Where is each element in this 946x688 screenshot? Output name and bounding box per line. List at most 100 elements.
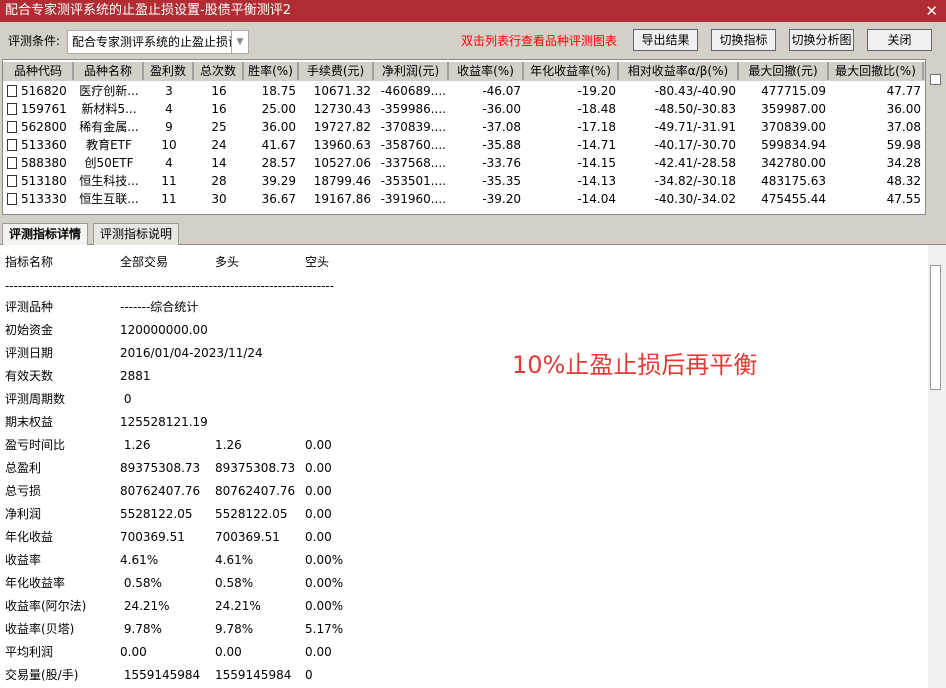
detail-value: 盈亏时间比 (5, 438, 66, 452)
detail-value: 80762407.76 (120, 484, 201, 498)
cell-text: 370839.00 (761, 120, 826, 134)
column-header[interactable]: 收益率(%) (449, 62, 524, 80)
column-header[interactable]: 最大回撤比(%) (829, 62, 924, 80)
detail-value: 5528122.05 (120, 507, 193, 521)
cell-text: 18799.46 (313, 174, 371, 188)
table-row[interactable]: 513180 恒生科技... 11 28 39.29 18799.46 -353501...… (3, 172, 925, 190)
cell-text: -370839.... (380, 120, 446, 134)
table-row[interactable]: 159761 新材料5... 4 16 25.00 12730.43 -359986....… (3, 100, 925, 118)
detail-value: 0.58% (120, 576, 162, 590)
detail-value: 初始资金 (5, 323, 54, 337)
switch-chart-button[interactable]: 切换分析图 (789, 29, 854, 51)
cell-text: 39.29 (261, 174, 296, 188)
table-cell: -40.17/-30.70 (619, 136, 739, 154)
table-row[interactable]: 588380 创50ETF 4 14 28.57 10527.06 -337568.... -… (3, 154, 925, 172)
column-header[interactable]: 总次数 (194, 62, 244, 80)
chevron-down-icon[interactable]: ▼ (231, 31, 248, 53)
cell-text: 59.98 (886, 138, 921, 152)
scrollbar-thumb[interactable] (930, 265, 941, 390)
cell-text: 10671.32 (313, 84, 371, 98)
table-row[interactable]: 513330 恒生互联... 11 30 36.67 19167.86 -391960...… (3, 190, 925, 208)
table-cell: 稀有金属... (74, 118, 144, 136)
vertical-scrollbar[interactable] (928, 245, 946, 688)
cell-text: 10527.06 (313, 156, 371, 170)
table-cell: -49.71/-31.91 (619, 118, 739, 136)
cell-text: 513360 (21, 138, 67, 152)
detail-value: 交易量(股/手) (5, 668, 79, 682)
cell-text: -353501.... (380, 174, 446, 188)
cell-text: -14.13 (577, 174, 616, 188)
column-header[interactable]: 盈利数 (144, 62, 194, 80)
table-cell: 16 (194, 82, 244, 100)
cell-text: 3 (165, 84, 173, 98)
table-cell: 教育ETF (74, 136, 144, 154)
table-cell: -40.30/-34.02 (619, 190, 739, 208)
document-icon (7, 121, 17, 133)
table-cell: -33.76 (449, 154, 524, 172)
detail-value: 80762407.76 (215, 484, 296, 498)
table-cell: 创50ETF (74, 154, 144, 172)
condition-select[interactable]: 配合专家测评系统的止盈止损设置 ▼ (67, 30, 249, 54)
document-icon (7, 85, 17, 97)
separator: ----------------------------------------… (5, 279, 335, 293)
cell-text: -48.50/-30.83 (654, 102, 736, 116)
detail-value: 0.00 (305, 438, 332, 452)
cell-text: 475455.44 (761, 192, 826, 206)
column-header[interactable]: 年化收益率(%) (524, 62, 619, 80)
column-header[interactable]: 品种代码 (4, 62, 74, 80)
table-row[interactable]: 516820 医疗创新... 3 16 18.75 10671.32 -460689....… (3, 82, 925, 100)
detail-value: 1.26 (120, 438, 151, 452)
column-header[interactable]: 相对收益率α/β(%) (619, 62, 739, 80)
detail-value: 0.58% (215, 576, 254, 590)
condition-value: 配合专家测评系统的止盈止损设置 (72, 35, 249, 49)
cell-text: -35.88 (482, 138, 521, 152)
table-row[interactable]: 562800 稀有金属... 9 25 36.00 19727.82 -370839....… (3, 118, 925, 136)
column-header[interactable]: 品种名称 (74, 62, 144, 80)
switch-indicator-button[interactable]: 切换指标 (711, 29, 776, 51)
cell-text: -80.43/-40.90 (654, 84, 736, 98)
cell-text: 37.08 (886, 120, 921, 134)
table-cell: -359986.... (374, 100, 449, 118)
detail-value: 期末权益 (5, 415, 54, 429)
detail-value: 1559145984 (120, 668, 201, 682)
cell-text: 41.67 (261, 138, 296, 152)
export-button[interactable]: 导出结果 (633, 29, 698, 51)
cell-text: 4 (165, 156, 173, 170)
cell-text: 16 (211, 102, 227, 116)
table-cell: 4 (144, 100, 194, 118)
document-icon (7, 157, 17, 169)
table-row[interactable]: 513360 教育ETF 10 24 41.67 13960.63 -358760.... -… (3, 136, 925, 154)
cell-text: -19.20 (577, 84, 616, 98)
close-icon[interactable]: ✕ (925, 0, 938, 22)
hint-text: 双击列表行查看品种评测图表 (461, 34, 618, 48)
table-cell: -35.35 (449, 172, 524, 190)
table-cell: 36.00 (244, 118, 299, 136)
table-cell: 新材料5... (74, 100, 144, 118)
column-header[interactable]: 最大回撤(元) (739, 62, 829, 80)
cell-text: 4 (165, 102, 173, 116)
tab-indicator-details[interactable]: 评测指标详情 (2, 223, 89, 245)
table-cell: 36.67 (244, 190, 299, 208)
column-chooser-checkbox[interactable] (930, 74, 941, 85)
tab-indicator-description[interactable]: 评测指标说明 (93, 223, 180, 245)
cell-text: -18.48 (577, 102, 616, 116)
table-header: 品种代码 品种名称 盈利数 总次数 胜率(%) 手续费(元) 净利润(元) 收益率(%) 年化收… (3, 62, 925, 81)
cell-text: 342780.00 (761, 156, 826, 170)
cell-text: -42.41/-28.58 (654, 156, 736, 170)
cell-text: 19727.82 (313, 120, 371, 134)
column-header[interactable]: 手续费(元) (299, 62, 374, 80)
cell-text: 25 (211, 120, 227, 134)
column-header[interactable]: 胜率(%) (244, 62, 299, 80)
cell-text: 稀有金属... (79, 120, 139, 134)
detail-value: 9.78% (215, 622, 254, 636)
detail-value: 年化收益率 (5, 576, 66, 590)
column-header[interactable]: 净利润(元) (374, 62, 449, 80)
close-button[interactable]: 关闭 (867, 29, 932, 51)
cell-text: -337568.... (380, 156, 446, 170)
cell-text: -359986.... (380, 102, 446, 116)
cell-text: 588380 (21, 156, 67, 170)
cell-text: -33.76 (482, 156, 521, 170)
cell-text: -40.30/-34.02 (654, 192, 736, 206)
cell-text: 9 (165, 120, 173, 134)
table-cell: 25 (194, 118, 244, 136)
